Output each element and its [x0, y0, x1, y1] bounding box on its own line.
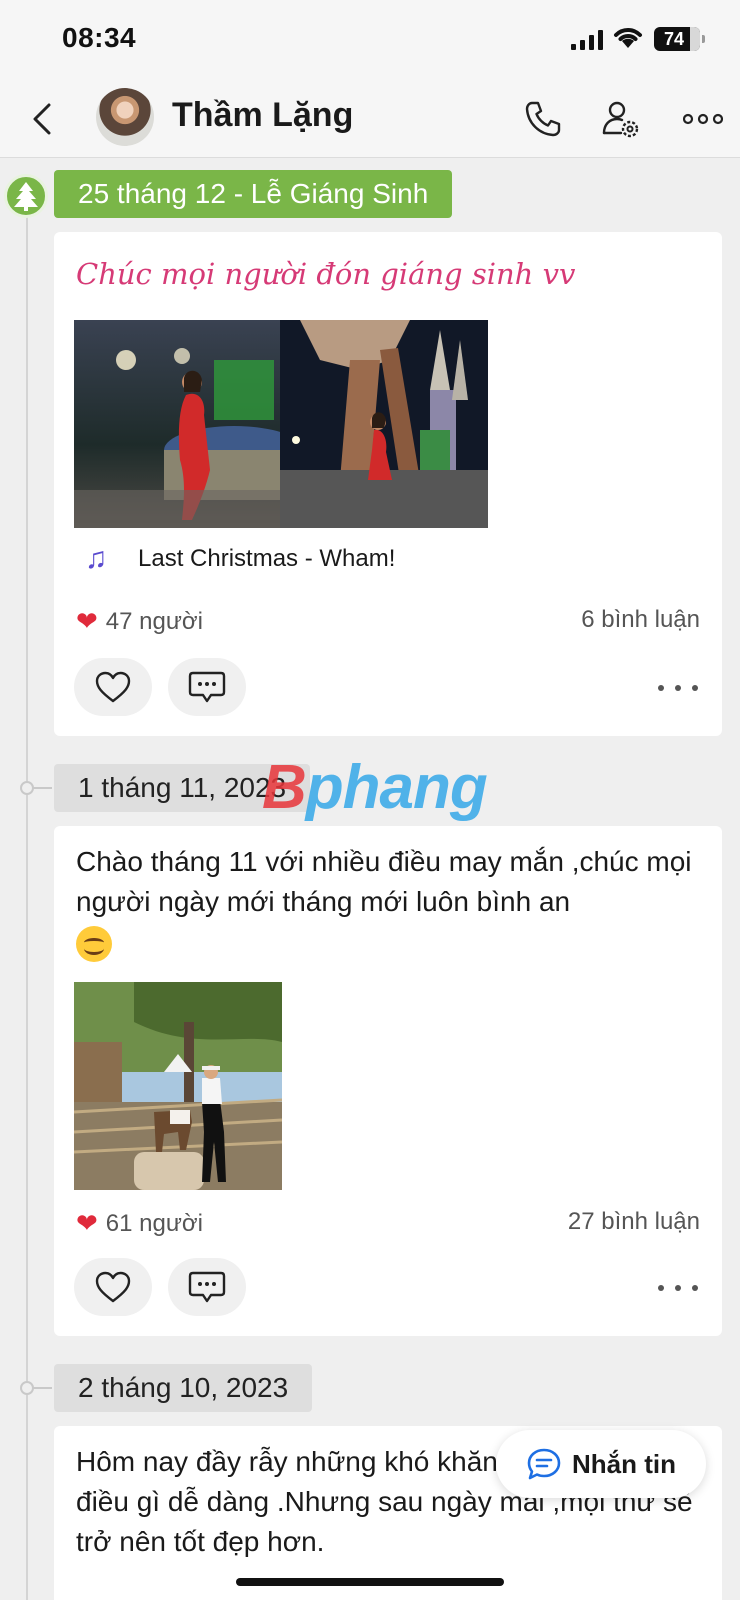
more-options-button[interactable]	[680, 98, 726, 140]
post-photo[interactable]	[74, 320, 282, 528]
send-message-label: Nhắn tin	[572, 1448, 676, 1479]
timeline-dot	[20, 1381, 52, 1395]
battery-icon: 74	[654, 27, 705, 51]
post-card: Chúc mọi người đón giáng sinh vv ♫ Last …	[54, 232, 722, 736]
user-settings-icon	[602, 101, 639, 138]
like-button[interactable]	[74, 658, 152, 716]
post-card: Chào tháng 11 với nhiều điều may mắn ,ch…	[54, 826, 722, 1336]
call-button[interactable]	[522, 98, 564, 140]
phone-icon	[525, 101, 561, 137]
music-title: Last Christmas - Wham!	[138, 545, 396, 572]
post-text: Chào tháng 11 với nhiều điều may mắn ,ch…	[76, 842, 702, 962]
watermark-logo: Bphang	[262, 753, 488, 822]
music-attachment[interactable]: ♫ Last Christmas - Wham!	[76, 542, 396, 576]
post-more-button[interactable]	[658, 678, 698, 698]
comment-button[interactable]	[168, 1258, 246, 1316]
comment-count[interactable]: 6 bình luận	[581, 606, 700, 634]
more-icon	[683, 113, 723, 125]
status-bar: 08:34 74	[0, 0, 740, 80]
cellular-signal-icon	[571, 30, 603, 50]
chat-header: Thầm Lặng	[0, 80, 740, 158]
post-text: Chúc mọi người đón giáng sinh vv	[76, 257, 576, 291]
smile-emoji-icon	[76, 925, 112, 962]
post-photo[interactable]	[74, 982, 282, 1190]
heart-outline-icon	[95, 1271, 131, 1303]
post-photo[interactable]	[280, 320, 488, 528]
comment-count[interactable]: 27 bình luận	[568, 1208, 700, 1236]
post-date: 2 tháng 10, 2023	[54, 1364, 313, 1412]
like-count-text: 61 người	[105, 1209, 203, 1237]
timeline-dot	[20, 781, 52, 795]
like-count[interactable]: ❤ 61 người	[76, 1208, 203, 1239]
like-button[interactable]	[74, 1258, 152, 1316]
comment-icon	[188, 671, 226, 703]
heart-outline-icon	[95, 671, 131, 703]
avatar[interactable]	[96, 88, 154, 146]
comment-icon	[188, 1271, 226, 1303]
send-message-button[interactable]: Nhắn tin	[496, 1430, 706, 1498]
back-button[interactable]	[22, 94, 62, 144]
back-chevron-icon	[33, 103, 51, 135]
chat-bubble-icon	[527, 1448, 561, 1480]
status-time: 08:34	[62, 22, 137, 53]
music-note-icon: ♫	[84, 542, 108, 575]
comment-button[interactable]	[168, 658, 246, 716]
post-date: 25 tháng 12 - Lễ Giáng Sinh	[54, 170, 453, 218]
home-indicator[interactable]	[236, 1578, 504, 1586]
battery-level: 74	[663, 29, 685, 49]
heart-filled-icon: ❤	[76, 1208, 98, 1238]
wifi-icon	[614, 28, 642, 48]
like-count[interactable]: ❤ 47 người	[76, 606, 203, 637]
christmas-tree-icon	[14, 182, 38, 211]
contact-name[interactable]: Thầm Lặng	[172, 96, 353, 135]
heart-filled-icon: ❤	[76, 606, 98, 636]
post-more-button[interactable]	[658, 1278, 698, 1298]
holiday-badge	[4, 174, 48, 218]
profile-settings-button[interactable]	[600, 98, 642, 140]
like-count-text: 47 người	[105, 607, 203, 635]
